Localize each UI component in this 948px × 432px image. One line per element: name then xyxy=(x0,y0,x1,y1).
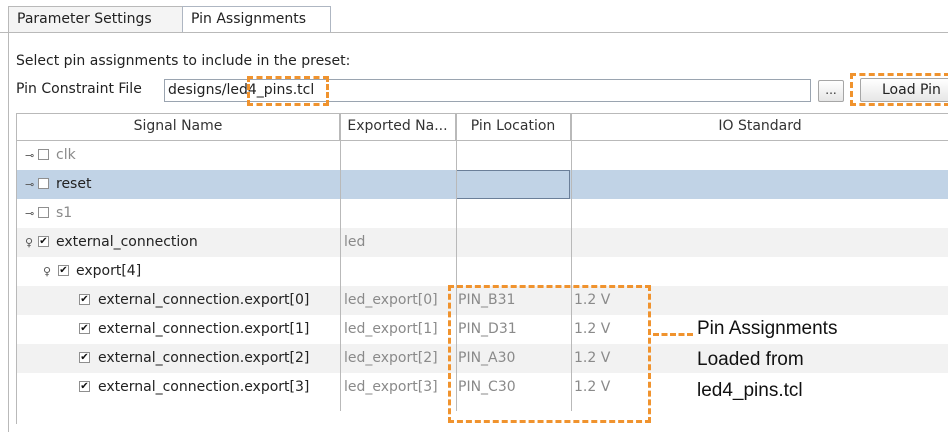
instruction-text: Select pin assignments to include in the… xyxy=(16,53,351,69)
signal-name: external_connection xyxy=(56,234,198,250)
pin-location-cell-editor[interactable] xyxy=(456,170,570,199)
table-row-export[interactable]: ♀ ✔ export[4] xyxy=(17,257,948,286)
signal-name: clk xyxy=(56,147,76,163)
pin-constraint-file-label: Pin Constraint File xyxy=(16,81,142,97)
checkbox-checked-icon[interactable]: ✔ xyxy=(38,236,49,247)
signal-name: reset xyxy=(56,176,92,192)
callout-line-2: Loaded from xyxy=(697,349,804,370)
signal-name: export[4] xyxy=(76,263,142,279)
callout-leader-line xyxy=(653,333,693,336)
key-icon: ⊸ xyxy=(25,207,35,220)
checkbox-unchecked-icon[interactable] xyxy=(38,149,49,160)
callout-highlight-load-button xyxy=(850,73,948,106)
signal-name: external_connection.export[1] xyxy=(98,321,310,337)
table-row-external-connection[interactable]: ♀ ✔ external_connection led xyxy=(17,228,948,257)
column-header-exported-name[interactable]: Exported Na... xyxy=(340,114,456,140)
exported-name: led_export[3] xyxy=(344,379,438,395)
table-row-s1[interactable]: ⊸ s1 xyxy=(17,199,948,228)
signal-name: external_connection.export[3] xyxy=(98,379,310,395)
signal-name: external_connection.export[0] xyxy=(98,292,310,308)
callout-line-1: Pin Assignments xyxy=(697,318,838,339)
exported-name: led_export[0] xyxy=(344,292,438,308)
exported-name: led_export[2] xyxy=(344,350,438,366)
column-divider xyxy=(340,114,341,411)
column-header-pin-location[interactable]: Pin Location xyxy=(456,114,571,140)
callout-highlight-pins xyxy=(448,285,651,423)
callout-line-3: led4_pins.tcl xyxy=(697,380,803,401)
table-header: Signal Name Exported Na... Pin Location … xyxy=(17,114,948,141)
checkbox-checked-icon[interactable]: ✔ xyxy=(58,265,69,276)
column-header-signal-name[interactable]: Signal Name xyxy=(17,114,340,140)
table-row-clk[interactable]: ⊸ clk xyxy=(17,141,948,170)
key-expanded-icon[interactable]: ♀ xyxy=(43,257,51,286)
column-header-io-standard[interactable]: IO Standard xyxy=(571,114,948,140)
checkbox-checked-icon[interactable]: ✔ xyxy=(79,381,90,392)
signal-name: s1 xyxy=(56,205,73,221)
table-row-reset[interactable]: ⊸ reset xyxy=(17,170,948,199)
checkbox-checked-icon[interactable]: ✔ xyxy=(79,294,90,305)
tab-pin-assignments[interactable]: Pin Assignments xyxy=(182,6,331,34)
checkbox-checked-icon[interactable]: ✔ xyxy=(79,352,90,363)
callout-highlight-path xyxy=(247,76,329,106)
callout-label: Pin Assignments Loaded from led4_pins.tc… xyxy=(697,313,837,406)
exported-name: led xyxy=(344,234,366,250)
checkbox-unchecked-icon[interactable] xyxy=(38,178,49,189)
checkbox-checked-icon[interactable]: ✔ xyxy=(79,323,90,334)
key-icon: ⊸ xyxy=(25,149,35,162)
key-expanded-icon[interactable]: ♀ xyxy=(25,228,33,257)
checkbox-unchecked-icon[interactable] xyxy=(38,207,49,218)
signal-name: external_connection.export[2] xyxy=(98,350,310,366)
key-icon: ⊸ xyxy=(25,178,35,191)
tab-parameter-settings[interactable]: Parameter Settings xyxy=(8,6,183,32)
tab-bar: Parameter Settings Pin Assignments xyxy=(0,0,948,34)
exported-name: led_export[1] xyxy=(344,321,438,337)
browse-button[interactable]: ... xyxy=(818,80,844,102)
